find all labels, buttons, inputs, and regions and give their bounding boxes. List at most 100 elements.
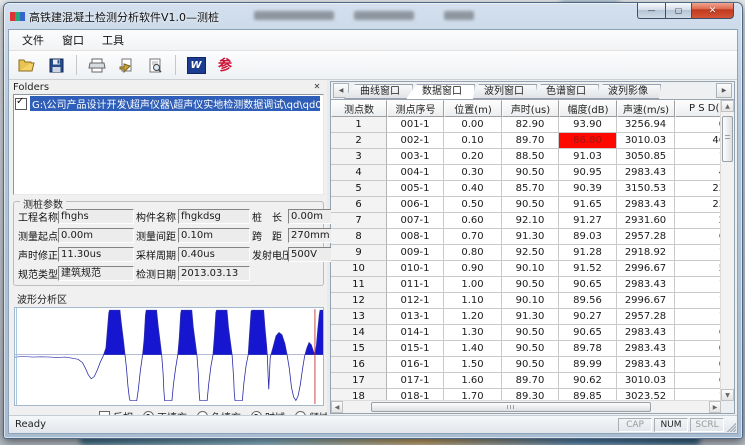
table-cell[interactable]: 16 (331, 357, 387, 373)
table-cell[interactable]: 6.40 (675, 325, 721, 341)
table-cell[interactable]: 14 (331, 325, 387, 341)
table-cell[interactable]: 57.6 (675, 261, 721, 277)
table-row[interactable]: 17017-11.6089.7090.623010.036.40 (331, 373, 721, 389)
file-path-label[interactable]: G:\公司产品设计开发\超声仪器\超声仪实地检测数据调试\qd\qd03\qd0… (30, 96, 320, 111)
table-cell[interactable]: 009-1 (387, 245, 444, 261)
minimize-button[interactable]: — (637, 3, 665, 19)
table-cell[interactable]: 1.60 (675, 277, 721, 293)
table-cell[interactable]: 2996.67 (617, 261, 675, 277)
table-cell[interactable]: 90.50 (502, 325, 559, 341)
table-cell[interactable]: 15 (331, 341, 387, 357)
table-cell[interactable]: 91.30 (502, 309, 559, 325)
scroll-up-icon[interactable]: ▲ (721, 100, 734, 112)
table-row[interactable]: 4004-10.3090.5090.952983.4340.0 (331, 165, 721, 181)
param-value-field[interactable]: fhghs (58, 209, 134, 224)
column-header[interactable]: 声速(m/s) (617, 100, 675, 117)
menu-item[interactable]: 工具 (93, 30, 133, 50)
table-cell[interactable]: 85.70 (502, 181, 559, 197)
table-cell[interactable]: 90.50 (502, 341, 559, 357)
file-checkbox[interactable] (15, 98, 27, 110)
table-cell[interactable]: 0.20 (444, 149, 502, 165)
table-cell[interactable]: 90.27 (559, 309, 617, 325)
maximize-button[interactable]: ▢ (665, 3, 692, 19)
table-cell[interactable]: 89.78 (559, 341, 617, 357)
table-cell[interactable]: 2983.43 (617, 197, 675, 213)
table-cell[interactable]: 14.4 (675, 245, 721, 261)
tab-数据窗口[interactable]: 数据窗口 (406, 84, 475, 99)
list-item[interactable]: G:\公司产品设计开发\超声仪器\超声仪实地检测数据调试\qd\qd03\qd0… (15, 97, 322, 110)
table-row[interactable]: 9009-10.8092.5091.282918.9214.4 (331, 245, 721, 261)
tab-波列影像[interactable]: 波列影像 (592, 84, 661, 99)
waveform-panel[interactable] (14, 307, 324, 406)
table-cell[interactable]: 462.4 (675, 133, 721, 149)
table-cell[interactable]: 004-1 (387, 165, 444, 181)
horizontal-scrollbar[interactable]: ◀ ▶ (331, 400, 721, 413)
table-cell[interactable]: 17 (331, 373, 387, 389)
table-cell[interactable]: 91.30 (502, 229, 559, 245)
table-cell[interactable]: 92.50 (502, 245, 559, 261)
tab-scroll-right-icon[interactable]: ▶ (716, 83, 732, 98)
param-value-field[interactable]: 0.40us (178, 247, 250, 262)
table-cell[interactable]: 0.70 (444, 229, 502, 245)
table-cell[interactable]: 2918.92 (617, 245, 675, 261)
table-cell[interactable]: 2 (331, 133, 387, 149)
table-cell[interactable]: 0.80 (444, 245, 502, 261)
table-cell[interactable]: 6 (331, 197, 387, 213)
tab-波列窗口[interactable]: 波列窗口 (468, 84, 537, 99)
table-cell[interactable]: 10 (331, 261, 387, 277)
table-cell[interactable]: 1.10 (444, 293, 502, 309)
table-cell[interactable]: 012-1 (387, 293, 444, 309)
folder-list[interactable]: G:\公司产品设计开发\超声仪器\超声仪实地检测数据调试\qd\qd03\qd0… (13, 94, 324, 195)
table-cell[interactable]: 2957.28 (617, 229, 675, 245)
scroll-right-icon[interactable]: ▶ (709, 401, 721, 413)
word-icon[interactable]: W (184, 54, 208, 76)
table-cell[interactable]: 3010.03 (617, 133, 675, 149)
table-cell[interactable]: 001-1 (387, 117, 444, 133)
table-cell[interactable]: 3150.53 (617, 181, 675, 197)
column-header[interactable]: 声时(us) (502, 100, 559, 117)
table-cell[interactable]: 015-1 (387, 341, 444, 357)
table-cell[interactable]: 3256.94 (617, 117, 675, 133)
table-cell[interactable]: 90.62 (559, 373, 617, 389)
table-cell[interactable]: 0.30 (444, 165, 502, 181)
horizontal-scroll-thumb[interactable] (371, 402, 651, 412)
table-cell[interactable]: 2996.67 (617, 293, 675, 309)
table-row[interactable]: 13013-11.2091.3090.272957.2814.4 (331, 309, 721, 325)
table-cell[interactable]: 1.50 (444, 357, 502, 373)
open-folder-icon[interactable] (15, 54, 39, 76)
table-cell[interactable]: 40.0 (675, 165, 721, 181)
menu-item[interactable]: 窗口 (53, 30, 93, 50)
table-cell[interactable]: 89.56 (559, 293, 617, 309)
table-cell[interactable]: 005-1 (387, 181, 444, 197)
table-row[interactable]: 10010-10.9090.1091.522996.6757.6 (331, 261, 721, 277)
table-cell[interactable]: 92.10 (502, 213, 559, 229)
table-cell[interactable]: 014-1 (387, 325, 444, 341)
table-cell[interactable]: 1.00 (444, 277, 502, 293)
table-cell[interactable]: 6.40 (675, 373, 721, 389)
table-cell[interactable]: 2957.28 (617, 309, 675, 325)
table-cell[interactable]: 008-1 (387, 229, 444, 245)
table-cell[interactable]: 9 (331, 245, 387, 261)
table-cell[interactable]: 91.27 (559, 213, 617, 229)
table-row[interactable]: 5005-10.4085.7090.393150.53230.4 (331, 181, 721, 197)
table-row[interactable]: 16016-11.5090.5089.992983.430.00 (331, 357, 721, 373)
pane-close-icon[interactable]: ✕ (310, 81, 324, 94)
table-body[interactable]: 1001-10.0082.9093.903256.940.002002-10.1… (331, 117, 721, 401)
table-cell[interactable]: 2983.43 (617, 325, 675, 341)
column-header[interactable]: 幅度(dB) (559, 100, 617, 117)
table-cell[interactable]: 017-1 (387, 373, 444, 389)
table-row[interactable]: 2002-10.1089.7086.803010.03462.4 (331, 133, 721, 149)
table-cell[interactable]: 0.00 (444, 117, 502, 133)
table-cell[interactable]: 2983.43 (617, 357, 675, 373)
table-cell[interactable]: 14.4 (675, 309, 721, 325)
table-cell[interactable]: 86.80 (559, 133, 617, 149)
table-cell[interactable]: 1.40 (444, 341, 502, 357)
table-cell[interactable]: 1.20 (444, 309, 502, 325)
column-header[interactable]: 测点数 (331, 100, 387, 117)
print-preview-icon[interactable] (143, 54, 167, 76)
vertical-scrollbar[interactable]: ▲ ▼ (720, 100, 734, 401)
table-cell[interactable]: 25.6 (675, 213, 721, 229)
param-value-field[interactable]: 0.00m (58, 228, 134, 243)
table-cell[interactable]: 90.50 (502, 165, 559, 181)
title-bar[interactable]: 高铁建混凝土检测分析软件V1.0—测桩 — ▢ ✕ (4, 3, 742, 29)
